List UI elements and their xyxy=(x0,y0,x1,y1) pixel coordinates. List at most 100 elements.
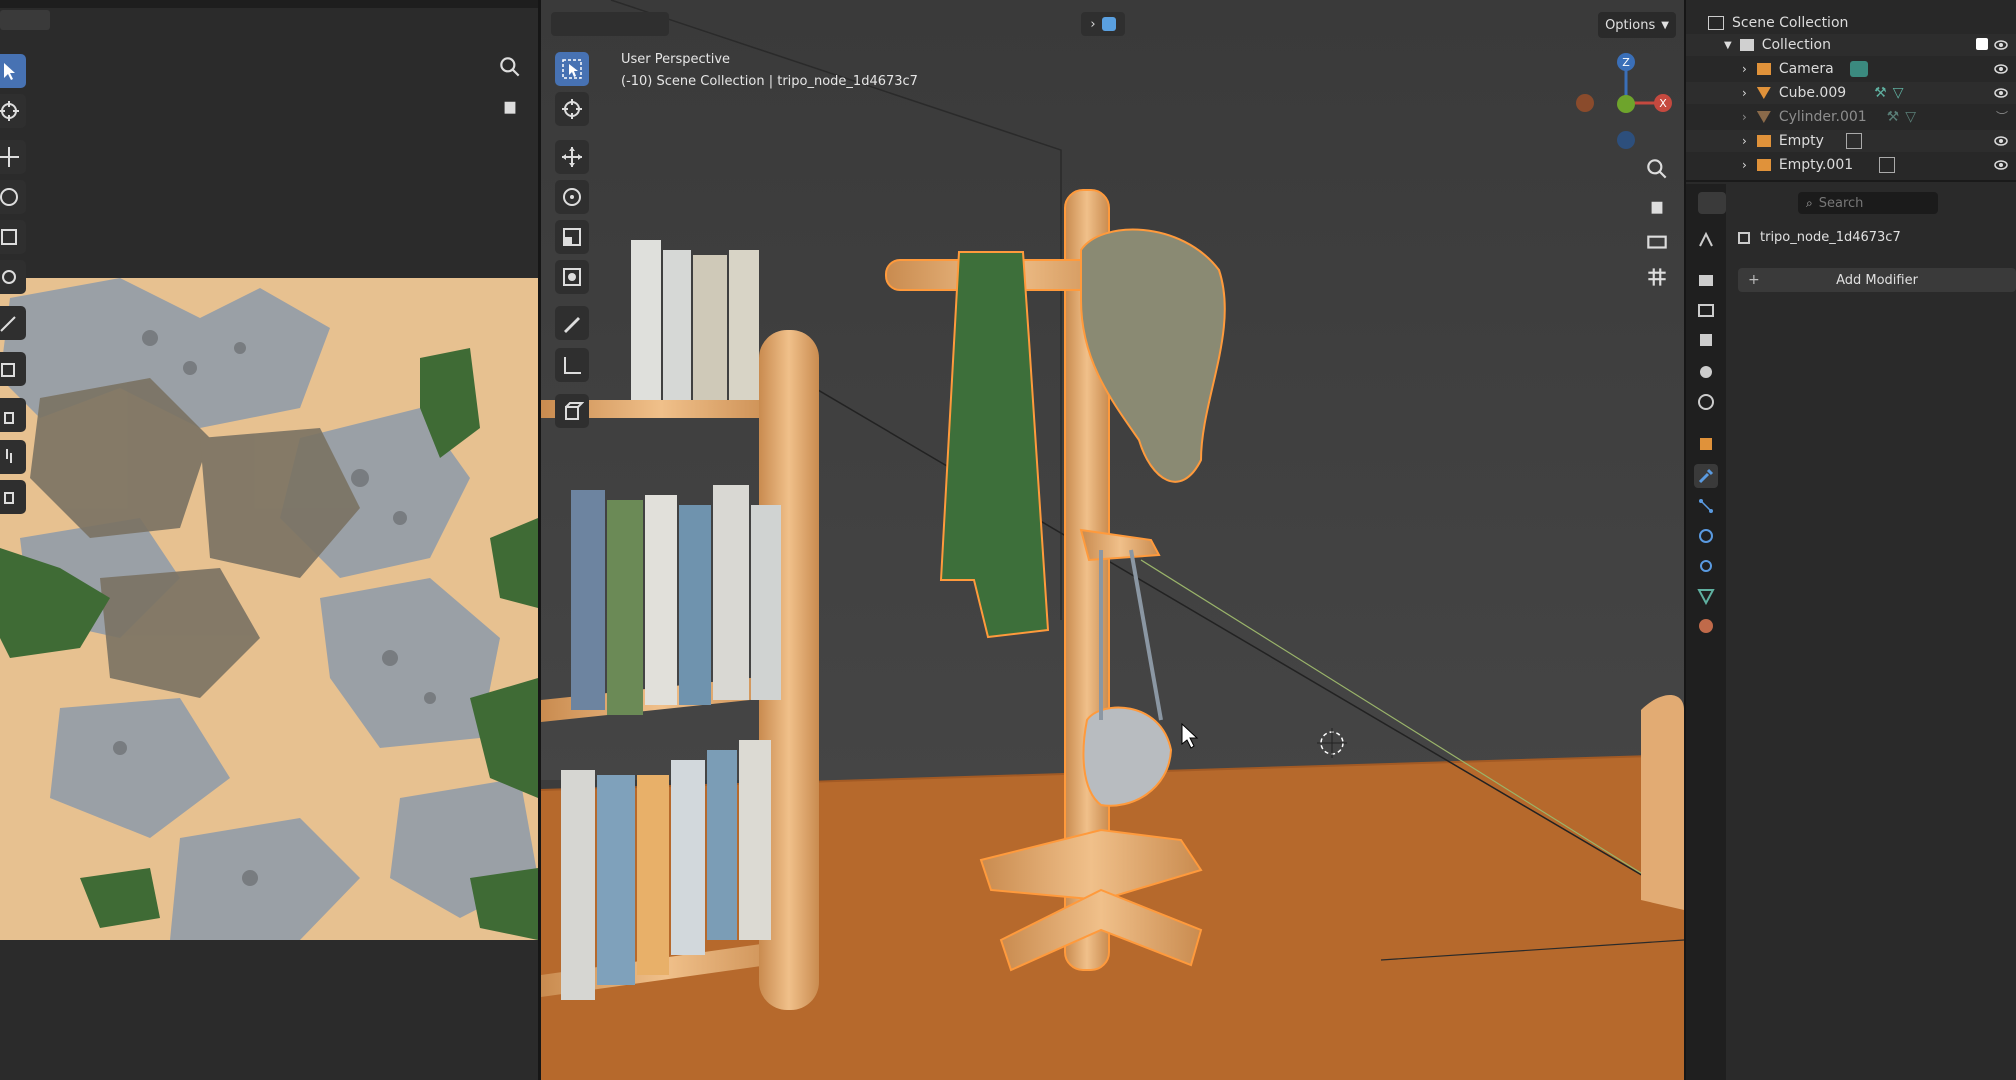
search-placeholder: Search xyxy=(1818,195,1864,211)
cursor-arrow-icon xyxy=(4,63,15,80)
grab-tool[interactable] xyxy=(0,398,26,432)
scale-icon xyxy=(1,229,17,245)
chevron-right-icon: › xyxy=(1742,86,1747,100)
outliner-row-cylinder[interactable]: › Cylinder.001 ⚒ ▽ ︶ xyxy=(1686,106,2016,128)
outliner-row-empty-001[interactable]: › Empty.001 xyxy=(1686,154,2016,176)
chevron-right-icon: › xyxy=(1742,110,1747,124)
navigation-gizmo[interactable]: Z X xyxy=(1571,48,1681,158)
outliner-label: Cylinder.001 xyxy=(1778,109,1867,125)
annotate-tool[interactable] xyxy=(555,306,589,340)
scale-tool[interactable] xyxy=(555,220,589,254)
outliner-row-collection[interactable]: ▼ Collection xyxy=(1686,34,2016,56)
scale-tool[interactable] xyxy=(0,220,26,254)
rotate-tool[interactable] xyxy=(555,180,589,214)
outliner[interactable]: Scene Collection ▼ Collection › Camera ›… xyxy=(1686,0,2016,182)
properties-tabs xyxy=(1686,184,1726,1080)
add-cube-tool[interactable] xyxy=(555,394,589,428)
outliner-row-camera[interactable]: › Camera xyxy=(1686,58,2016,80)
eye-icon[interactable] xyxy=(1994,62,2008,76)
world-icon xyxy=(1698,394,1714,410)
crosshair-icon xyxy=(0,101,19,121)
cursor-tool[interactable] xyxy=(555,92,589,126)
zoom-button[interactable] xyxy=(1640,152,1674,186)
gizmo-y-axis[interactable] xyxy=(1617,95,1635,113)
camera-view-button[interactable] xyxy=(1640,224,1674,258)
tab-output[interactable] xyxy=(1694,298,1718,322)
object-icon xyxy=(1700,438,1712,450)
tab-physics[interactable] xyxy=(1694,524,1718,548)
grid-icon xyxy=(1648,268,1666,286)
select-mode-buttons[interactable] xyxy=(551,12,669,36)
wrench-icon: ⚒ xyxy=(1886,109,1900,125)
outliner-row-empty[interactable]: › Empty xyxy=(1686,130,2016,152)
measure-tool[interactable] xyxy=(555,348,589,382)
options-button[interactable]: Options ▼ xyxy=(1598,12,1676,38)
checkbox-icon[interactable] xyxy=(1976,38,1988,50)
properties-search-input[interactable]: ⌕ Search xyxy=(1798,192,1938,214)
mesh-data-icon xyxy=(1697,589,1715,606)
eye-icon[interactable] xyxy=(1994,134,2008,148)
chevron-right-icon: › xyxy=(1090,16,1096,32)
hidden-eye-icon[interactable]: ︶ xyxy=(1996,108,2008,125)
ruler-icon xyxy=(564,357,581,374)
tab-tool[interactable] xyxy=(1694,228,1718,252)
tab-render[interactable] xyxy=(1694,268,1718,292)
add-modifier-button[interactable]: + Add Modifier xyxy=(1738,268,2016,292)
eye-icon[interactable] xyxy=(1994,86,2008,100)
mesh-object-icon xyxy=(1756,111,1771,123)
uv-select-mode-buttons[interactable] xyxy=(0,10,50,30)
transform-tool[interactable] xyxy=(555,260,589,294)
outliner-label: Scene Collection xyxy=(1732,15,1849,31)
tool-icon xyxy=(1699,231,1713,247)
editor-type-button[interactable] xyxy=(1698,192,1726,214)
tab-scene[interactable] xyxy=(1694,360,1718,384)
outliner-row-scene-collection[interactable]: Scene Collection xyxy=(1686,12,2016,34)
uv-editor[interactable] xyxy=(0,0,538,1080)
chevron-right-icon: › xyxy=(1742,62,1747,76)
gizmo-neg-z-axis[interactable] xyxy=(1617,131,1635,149)
tab-modifiers[interactable] xyxy=(1694,464,1718,488)
move-tool[interactable] xyxy=(555,140,589,174)
material-icon xyxy=(1699,619,1713,633)
outliner-label: Cube.009 xyxy=(1778,85,1847,101)
move-tool[interactable] xyxy=(0,140,26,174)
tab-object[interactable] xyxy=(1694,432,1718,456)
pan-button[interactable] xyxy=(1640,188,1674,222)
empty-object-icon xyxy=(1756,159,1771,171)
right-editors: Scene Collection ▼ Collection › Camera ›… xyxy=(1686,0,2016,1080)
eye-icon[interactable] xyxy=(1994,158,2008,172)
gizmo-neg-x-axis[interactable] xyxy=(1576,94,1594,112)
object-icon xyxy=(1738,231,1750,244)
transform-tool[interactable] xyxy=(0,260,26,294)
tab-data[interactable] xyxy=(1694,584,1718,608)
pinch-tool[interactable] xyxy=(0,480,26,514)
cursor-arrow-icon xyxy=(562,59,582,79)
tab-view-layer[interactable] xyxy=(1694,328,1718,352)
tab-material[interactable] xyxy=(1694,614,1718,638)
ortho-toggle-button[interactable] xyxy=(1640,260,1674,294)
rotate-tool[interactable] xyxy=(0,180,26,214)
tab-world[interactable] xyxy=(1694,390,1718,414)
eye-icon[interactable] xyxy=(1994,38,2008,52)
properties-editor[interactable]: ⌕ Search tripo_node_1d4673c7 + Add Modif… xyxy=(1686,184,2016,1080)
uv-zoom-button[interactable] xyxy=(493,50,527,84)
outliner-row-cube[interactable]: › Cube.009 ⚒ ▽ xyxy=(1686,82,2016,104)
object-name-row: tripo_node_1d4673c7 xyxy=(1738,230,1901,245)
output-icon xyxy=(1698,304,1714,317)
select-box-tool[interactable] xyxy=(555,52,589,86)
viewport-shading-toggle[interactable]: › xyxy=(1081,12,1125,36)
rotate-icon xyxy=(563,188,581,206)
move-arrows-icon xyxy=(0,147,19,167)
select-box-tool[interactable] xyxy=(0,54,26,88)
uv-cube-tool[interactable] xyxy=(0,352,26,386)
uv-pan-button[interactable] xyxy=(493,88,527,122)
3d-viewport[interactable]: › Options ▼ User Perspective (-10) Scene… xyxy=(541,0,1684,1080)
tab-particles[interactable] xyxy=(1694,494,1718,518)
relax-tool[interactable] xyxy=(0,440,26,474)
chevron-down-icon: ▼ xyxy=(1661,19,1669,31)
tab-constraints[interactable] xyxy=(1694,554,1718,578)
cursor-tool[interactable] xyxy=(0,94,26,128)
annotate-tool[interactable] xyxy=(0,306,26,340)
empty-object-icon xyxy=(1756,135,1771,147)
scale-icon xyxy=(563,228,581,246)
